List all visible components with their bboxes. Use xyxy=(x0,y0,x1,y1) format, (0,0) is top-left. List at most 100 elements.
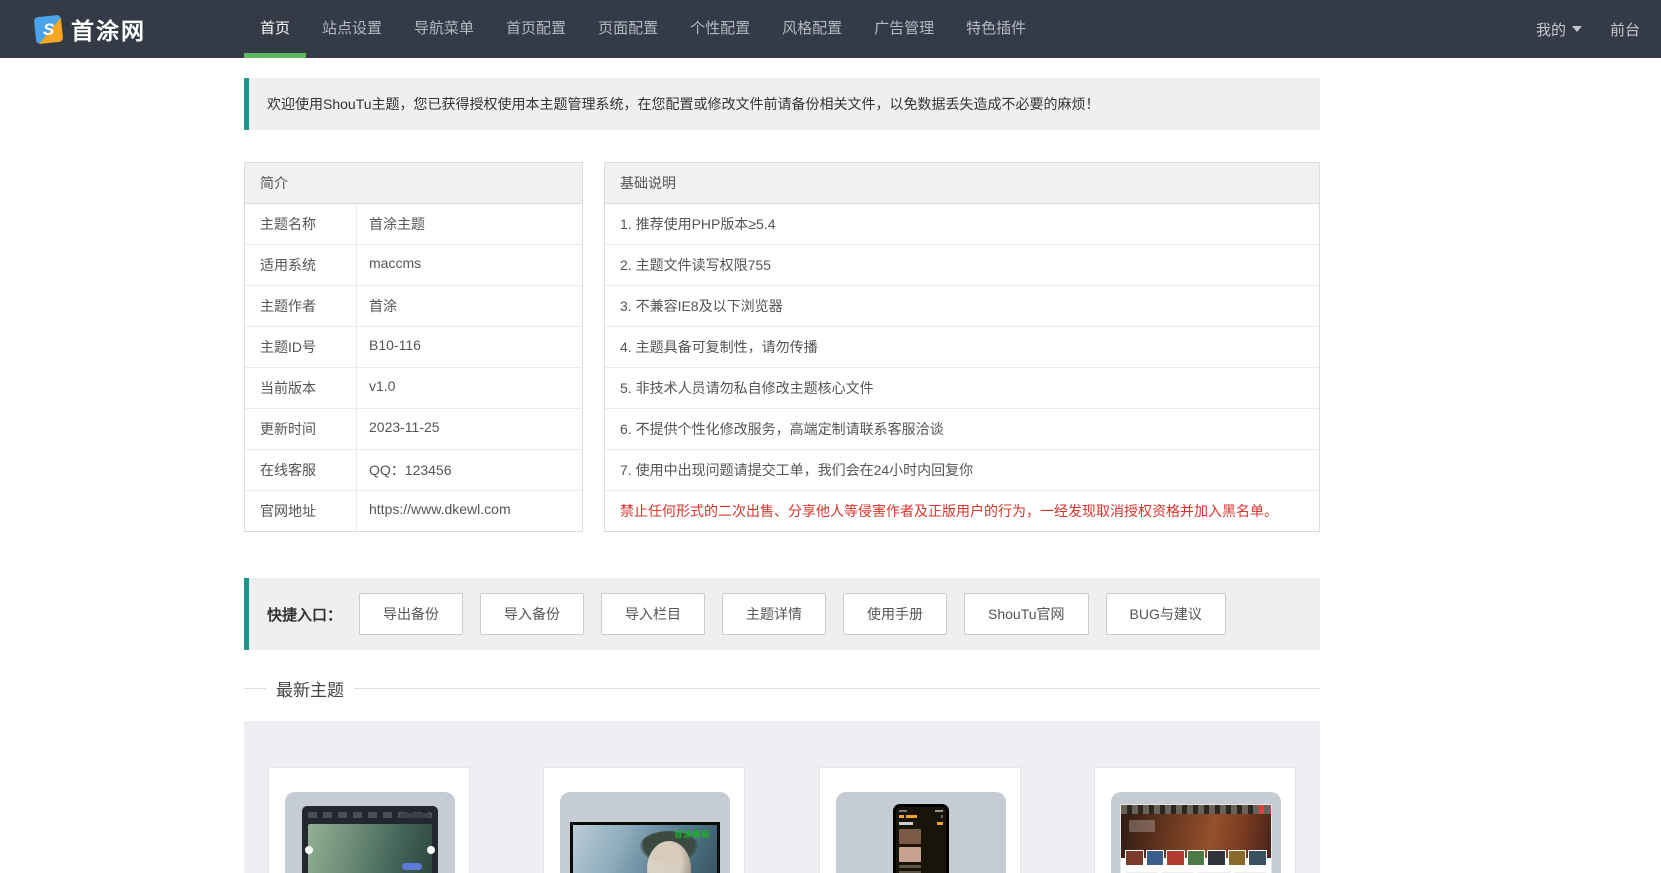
theme-preview-image xyxy=(302,806,438,873)
main-content: 欢迎使用ShouTu主题，您已获得授权使用本主题管理系统，在您配置或修改文件前请… xyxy=(244,78,1320,873)
preview-status-bar xyxy=(898,810,943,812)
row-value: 首涂主题 xyxy=(369,216,425,232)
poster-thumb xyxy=(1166,850,1185,866)
row-label: 官网地址 xyxy=(245,491,357,531)
nav-item-ad-management[interactable]: 广告管理 xyxy=(858,0,950,58)
nav-item-site-settings[interactable]: 站点设置 xyxy=(306,0,398,58)
row-label: 主题ID号 xyxy=(245,327,357,367)
import-columns-button[interactable]: 导入栏目 xyxy=(601,593,706,635)
note-row: 7. 使用中出现问题请提交工单，我们会在24小时内回复你 xyxy=(605,450,1319,491)
divider-dash xyxy=(244,688,266,689)
row-value: B10-116 xyxy=(369,337,421,353)
table-row: 当前版本 v1.0 xyxy=(245,368,582,409)
official-site-button[interactable]: ShouTu官网 xyxy=(964,593,1089,635)
quick-entry-label: 快捷入口： xyxy=(267,606,343,624)
latest-themes-header: 最新主题 xyxy=(244,676,1320,701)
welcome-notice: 欢迎使用ShouTu主题，您已获得授权使用本主题管理系统，在您配置或修改文件前请… xyxy=(244,78,1320,130)
device-frame xyxy=(1110,792,1281,873)
nav-item-plugins[interactable]: 特色插件 xyxy=(950,0,1042,58)
caption-line xyxy=(898,865,921,868)
table-row: 主题作者 首涂 xyxy=(245,286,582,327)
nav-item-home-config[interactable]: 首页配置 xyxy=(490,0,582,58)
bug-suggestion-button[interactable]: BUG与建议 xyxy=(1105,593,1226,635)
nav-item-style-config[interactable]: 风格配置 xyxy=(766,0,858,58)
row-label: 更新时间 xyxy=(245,409,357,449)
themes-panel: 首涂模板 xyxy=(244,721,1320,873)
preview-thumb-grid xyxy=(898,829,943,873)
poster-thumb xyxy=(1248,850,1268,866)
row-value: v1.0 xyxy=(369,378,396,394)
theme-card-dark-desktop[interactable] xyxy=(268,767,470,873)
device-frame xyxy=(835,792,1006,873)
row-label: 主题名称 xyxy=(245,204,357,244)
preview-navbar xyxy=(1120,805,1271,814)
theme-details-button[interactable]: 主题详情 xyxy=(722,593,827,635)
export-backup-button[interactable]: 导出备份 xyxy=(359,593,464,635)
row-value: 2023-11-25 xyxy=(369,419,440,435)
my-account-label: 我的 xyxy=(1535,21,1566,39)
license-warning: 禁止任何形式的二次出售、分享他人等侵害作者及正版用户的行为，一经发现取消授权资格… xyxy=(620,503,1278,519)
nav-item-home[interactable]: 首页 xyxy=(244,0,307,58)
preview-poster-row xyxy=(1121,850,1271,866)
row-label: 主题作者 xyxy=(245,286,357,326)
poster-thumb xyxy=(1186,850,1206,866)
row-label: 当前版本 xyxy=(245,368,357,408)
nav-right: 我的 前台 xyxy=(1536,0,1661,58)
user-manual-button[interactable]: 使用手册 xyxy=(843,593,948,635)
intro-table-title: 简介 xyxy=(245,163,582,204)
poster-thumb xyxy=(1207,850,1226,866)
latest-themes-title: 最新主题 xyxy=(276,681,344,700)
frontend-label: 前台 xyxy=(1609,21,1640,39)
preview-category-cards xyxy=(1121,866,1271,873)
row-label: 适用系统 xyxy=(245,245,357,285)
theme-preview-image xyxy=(1119,804,1272,873)
device-frame xyxy=(285,792,455,873)
poster-thumb xyxy=(898,829,921,844)
chevron-down-icon xyxy=(1571,26,1582,32)
notes-table: 基础说明 1. 推荐使用PHP版本≥5.4 2. 主题文件读写权限755 3. … xyxy=(604,162,1320,532)
preview-section-label xyxy=(898,822,943,825)
row-label: 在线客服 xyxy=(245,450,357,490)
frontend-link[interactable]: 前台 xyxy=(1610,19,1640,40)
preview-app-header xyxy=(898,815,943,819)
poster-thumb xyxy=(1124,850,1144,866)
note-row: 1. 推荐使用PHP版本≥5.4 xyxy=(605,204,1319,245)
row-value: 首涂 xyxy=(369,298,397,314)
table-row: 主题名称 首涂主题 xyxy=(245,204,582,245)
nav-item-personal-config[interactable]: 个性配置 xyxy=(674,0,766,58)
preview-play-button xyxy=(402,863,422,870)
preview-searchbar xyxy=(400,813,430,818)
brand-name: 首涂网 xyxy=(71,18,146,44)
table-row: 适用系统 maccms xyxy=(245,245,582,286)
theme-preview-image: 首涂模板 xyxy=(570,822,721,873)
intro-table: 简介 主题名称 首涂主题 适用系统 maccms 主题作者 首涂 主题ID号 B10-1… xyxy=(244,162,583,532)
theme-card-light-desktop[interactable] xyxy=(1093,767,1296,873)
table-row: 主题ID号 B10-116 xyxy=(245,327,582,368)
preview-watermark-text: 首涂模板 xyxy=(674,830,711,839)
device-frame: 首涂模板 xyxy=(560,792,731,873)
divider-line xyxy=(354,688,1320,689)
table-row: 更新时间 2023-11-25 xyxy=(245,409,582,450)
theme-card-video-player[interactable]: 首涂模板 xyxy=(543,767,746,873)
notes-table-title: 基础说明 xyxy=(605,163,1319,204)
table-row: 在线客服 QQ：123456 xyxy=(245,450,582,491)
nav-menu: 首页 站点设置 导航菜单 首页配置 页面配置 个性配置 风格配置 广告管理 特色… xyxy=(244,0,1042,58)
note-row: 4. 主题具备可复制性，请勿传播 xyxy=(605,327,1319,368)
brand[interactable]: S 首涂网 xyxy=(33,0,146,58)
logo-icon: S xyxy=(33,14,64,44)
poster-thumb xyxy=(898,847,921,862)
import-backup-button[interactable]: 导入备份 xyxy=(480,593,585,635)
poster-thumb xyxy=(1145,850,1165,866)
theme-card-mobile-app[interactable] xyxy=(818,767,1021,873)
note-row: 6. 不提供个性化修改服务，高端定制请联系客服洽谈 xyxy=(605,409,1319,450)
nav-item-nav-menu[interactable]: 导航菜单 xyxy=(398,0,490,58)
theme-preview-image xyxy=(892,804,949,873)
row-value: QQ：123456 xyxy=(369,462,452,478)
note-row: 2. 主题文件读写权限755 xyxy=(605,245,1319,286)
table-row: 官网地址 https://www.dkewl.com xyxy=(245,491,582,531)
nav-item-page-config[interactable]: 页面配置 xyxy=(582,0,674,58)
poster-thumb xyxy=(1227,850,1247,866)
my-account-menu[interactable]: 我的 xyxy=(1536,19,1582,40)
quick-entry-bar: 快捷入口： 导出备份 导入备份 导入栏目 主题详情 使用手册 ShouTu官网 … xyxy=(244,578,1320,650)
preview-video-screen: 首涂模板 xyxy=(573,825,718,873)
